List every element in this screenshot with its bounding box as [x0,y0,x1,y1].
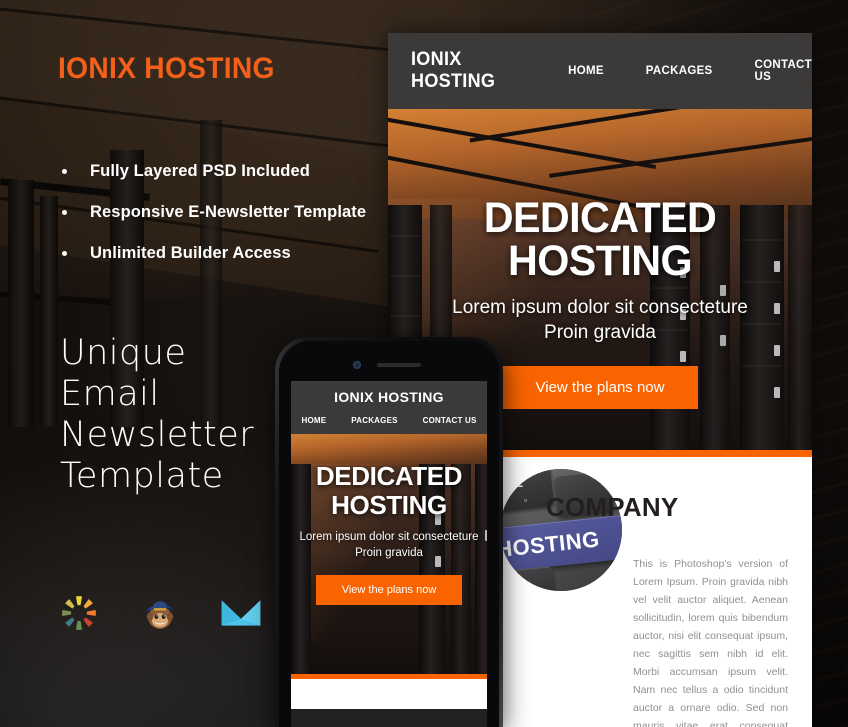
phone-view-plans-button[interactable]: View the plans now [315,575,463,605]
phone-hero-title: DEDICATED HOSTING [291,462,487,520]
keyboard-key [500,566,556,591]
desktop-navbar: IONIX HOSTING HOME PACKAGES CONTACT US [388,33,812,109]
phone-hero-subtitle-line1: Lorem ipsum dolor sit consecteture [299,531,479,543]
keyboard-photo-circle: Ż ▫ HOSTING ︿ [500,469,622,591]
tagline: Unique Email Newsletter Template [60,333,254,497]
phone-hero-subtitle: Lorem ipsum dolor sit consecteture Proin… [291,529,487,561]
feature-label: Fully Layered PSD Included [90,162,310,180]
campaign-monitor-icon [58,592,100,634]
feature-label: Unlimited Builder Access [90,244,291,262]
hero-subtitle-line1: Lorem ipsum dolor sit consecteture [452,297,748,318]
list-item: Responsive E-Newsletter Template [58,203,366,222]
list-item: Unlimited Builder Access [58,244,366,263]
nav-link-home[interactable]: HOME [568,65,604,77]
phone-hero: DEDICATED HOSTING Lorem ipsum dolor sit … [291,434,487,674]
company-paragraph: This is Photoshop's version of Lorem Ips… [633,558,788,727]
phone-nav-link-contact-us[interactable]: CONTACT US [423,416,477,425]
phone-mockup: IONIX HOSTING HOME PACKAGES CONTACT US D… [275,337,503,727]
feature-label: Responsive E-Newsletter Template [90,203,367,221]
keyboard-hosting-label: HOSTING [500,526,601,563]
list-item: Fully Layered PSD Included [58,162,366,181]
mailster-envelope-icon [220,592,262,634]
tagline-line: Newsletter [60,415,255,455]
service-icons-row [58,592,262,634]
desktop-logo: IONIX HOSTING [411,49,496,92]
phone-white-section [291,679,487,709]
keyboard-glyph-square: ▫ [524,495,528,505]
phone-camera-icon [353,361,361,369]
feature-list: Fully Layered PSD Included Responsive E-… [58,162,366,285]
phone-bezel: IONIX HOSTING HOME PACKAGES CONTACT US D… [279,341,499,727]
keyboard-glyph-z: Ż [515,475,523,490]
phone-hero-title-line1: DEDICATED [315,461,463,491]
phone-hero-title-line2: HOSTING [331,490,447,520]
company-heading: COMPANY [546,492,679,522]
page-title: IONIX HOSTING [58,52,275,85]
phone-logo: IONIX HOSTING [334,389,444,405]
phone-speaker-icon [377,363,421,367]
bullet-dot-icon [62,169,67,174]
phone-nav-link-packages[interactable]: PACKAGES [351,416,397,425]
tagline-line: Template [60,456,224,496]
phone-hero-subtitle-line2: Proin gravida [355,547,423,559]
nav-link-packages[interactable]: PACKAGES [646,65,713,77]
keyboard-glyph-caret: ︿ [514,576,528,591]
phone-body: IONIX HOSTING HOME PACKAGES CONTACT US D… [275,337,503,727]
mailchimp-monkey-icon [139,592,181,634]
desktop-nav-links: HOME PACKAGES CONTACT US [568,59,812,83]
phone-nav-link-home[interactable]: HOME [301,416,326,425]
phone-nav-links: HOME PACKAGES CONTACT US [291,416,487,425]
nav-link-contact-us[interactable]: CONTACT US [755,59,812,83]
tagline-line: Unique [60,333,187,373]
bullet-dot-icon [62,210,67,215]
view-plans-button[interactable]: View the plans now [501,366,699,409]
hero-title: DEDICATED HOSTING [483,194,717,285]
tagline-line: Email [60,374,160,414]
phone-navbar: IONIX HOSTING HOME PACKAGES CONTACT US [291,381,487,434]
bullet-dot-icon [62,251,67,256]
phone-screen: IONIX HOSTING HOME PACKAGES CONTACT US D… [291,381,487,727]
phone-hero-text-block: DEDICATED HOSTING Lorem ipsum dolor sit … [291,434,487,674]
